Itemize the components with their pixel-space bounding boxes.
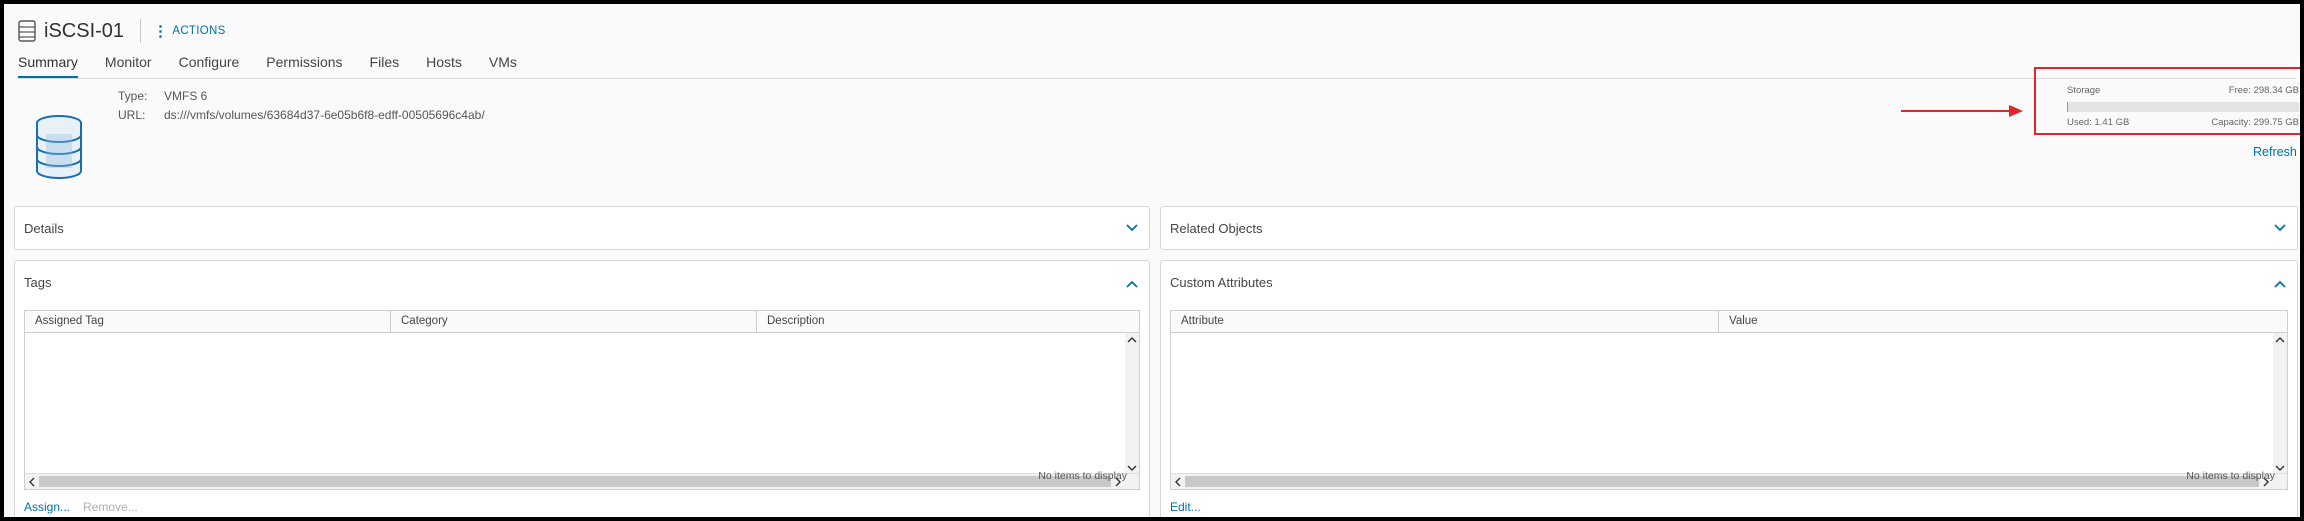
annotation-arrow-icon xyxy=(1901,105,2023,117)
related-objects-panel[interactable]: Related Objects xyxy=(1160,206,2298,250)
scroll-left-icon[interactable] xyxy=(27,477,37,487)
app-frame: iSCSI-01 ⋮ ACTIONS Summary Monitor Confi… xyxy=(4,4,2300,517)
assign-tag-link[interactable]: Assign... xyxy=(24,500,70,514)
storage-usage-fill xyxy=(2067,102,2069,112)
tags-vertical-scrollbar[interactable] xyxy=(1125,333,1139,473)
more-vertical-icon: ⋮ xyxy=(153,22,169,40)
header-divider xyxy=(140,19,142,43)
column-header-assigned-tag[interactable]: Assigned Tag xyxy=(25,311,391,332)
tab-monitor[interactable]: Monitor xyxy=(105,54,152,78)
refresh-link[interactable]: Refresh xyxy=(2253,145,2297,159)
custom-attributes-vertical-scrollbar[interactable] xyxy=(2273,333,2287,473)
tags-panel-title: Tags xyxy=(24,275,52,290)
scroll-up-icon[interactable] xyxy=(1127,335,1137,345)
custom-attributes-panel-title: Custom Attributes xyxy=(1170,275,1273,290)
url-row: URL: ds:///vmfs/volumes/63684d37-6e05b6f… xyxy=(118,106,485,125)
tab-hosts[interactable]: Hosts xyxy=(426,54,462,78)
custom-attributes-horizontal-scrollbar[interactable] xyxy=(1171,473,2287,489)
tab-summary[interactable]: Summary xyxy=(18,54,78,79)
tags-empty-message: No items to display xyxy=(1038,470,1127,482)
tabs-divider xyxy=(18,78,2296,79)
tab-vms[interactable]: VMs xyxy=(489,54,517,78)
url-label: URL: xyxy=(118,108,146,122)
edit-attributes-link[interactable]: Edit... xyxy=(1170,500,1201,514)
details-panel-title: Details xyxy=(24,221,64,236)
storage-free: Free: 298.34 GB xyxy=(2228,85,2299,96)
tab-configure[interactable]: Configure xyxy=(179,54,240,78)
datastore-properties: Type: VMFS 6 URL: ds:///vmfs/volumes/636… xyxy=(118,87,485,125)
scroll-down-icon[interactable] xyxy=(2275,463,2285,473)
storage-usage-bar xyxy=(2067,102,2299,112)
page-title: iSCSI-01 xyxy=(44,19,125,42)
datastore-icon xyxy=(18,20,36,42)
scroll-up-icon[interactable] xyxy=(2275,335,2285,345)
type-label: Type: xyxy=(118,89,148,103)
custom-attributes-empty-message: No items to display xyxy=(2186,470,2275,482)
storage-used: Used: 1.41 GB xyxy=(2067,117,2130,128)
tags-grid-header: Assigned Tag Category Description xyxy=(25,311,1139,333)
type-value: VMFS 6 xyxy=(164,89,208,103)
storage-capacity: Capacity: 299.75 GB xyxy=(2211,117,2299,128)
scroll-left-icon[interactable] xyxy=(1173,477,1183,487)
datastore-large-icon xyxy=(36,115,82,179)
scrollbar-thumb[interactable] xyxy=(39,476,1111,487)
storage-footer-row: Used: 1.41 GB Capacity: 299.75 GB xyxy=(2067,117,2299,128)
scroll-down-icon[interactable] xyxy=(1127,463,1137,473)
custom-attributes-grid-header: Attribute Value xyxy=(1171,311,2287,333)
tab-permissions[interactable]: Permissions xyxy=(266,54,342,78)
storage-usage-widget: Storage Free: 298.34 GB Used: 1.41 GB Ca… xyxy=(2067,85,2299,128)
storage-header-row: Storage Free: 298.34 GB xyxy=(2067,85,2299,96)
chevron-down-icon[interactable] xyxy=(1125,223,1139,233)
column-header-attribute[interactable]: Attribute xyxy=(1171,311,1719,332)
tags-panel: Tags Assigned Tag Category Description N… xyxy=(14,260,1150,517)
column-header-value[interactable]: Value xyxy=(1719,311,2287,332)
chevron-up-icon[interactable] xyxy=(2273,279,2287,289)
scrollbar-thumb[interactable] xyxy=(1185,476,2259,487)
custom-attributes-panel: Custom Attributes Attribute Value No ite… xyxy=(1160,260,2298,517)
column-header-description[interactable]: Description xyxy=(757,311,1139,332)
tags-grid: Assigned Tag Category Description xyxy=(24,310,1140,490)
tags-horizontal-scrollbar[interactable] xyxy=(25,473,1139,489)
details-panel[interactable]: Details xyxy=(14,206,1150,250)
related-objects-panel-title: Related Objects xyxy=(1170,221,1263,236)
tab-files[interactable]: Files xyxy=(370,54,400,78)
actions-menu-button[interactable]: ⋮ ACTIONS xyxy=(153,24,226,39)
chevron-down-icon[interactable] xyxy=(2273,223,2287,233)
actions-label: ACTIONS xyxy=(172,25,226,37)
object-header: iSCSI-01 ⋮ ACTIONS xyxy=(18,18,226,44)
url-value: ds:///vmfs/volumes/63684d37-6e05b6f8-edf… xyxy=(164,108,485,122)
type-row: Type: VMFS 6 xyxy=(118,87,485,106)
column-header-category[interactable]: Category xyxy=(391,311,757,332)
chevron-up-icon[interactable] xyxy=(1125,279,1139,289)
remove-tag-link[interactable]: Remove... xyxy=(83,500,138,514)
storage-title: Storage xyxy=(2067,85,2101,96)
tab-bar: Summary Monitor Configure Permissions Fi… xyxy=(18,54,544,79)
custom-attributes-grid: Attribute Value xyxy=(1170,310,2288,490)
